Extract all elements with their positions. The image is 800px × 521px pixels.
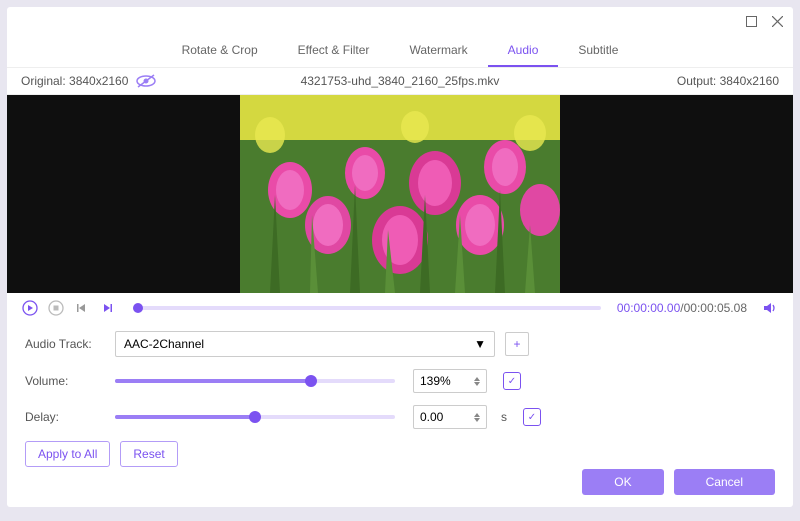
cancel-button[interactable]: Cancel [674,469,775,495]
delay-down[interactable] [474,418,480,422]
window: Rotate & Crop Effect & Filter Watermark … [7,7,793,507]
tab-rotate-crop[interactable]: Rotate & Crop [162,35,278,67]
volume-value: 139% [420,374,451,388]
titlebar [7,7,793,35]
infobar: Original: 3840x2160 4321753-uhd_3840_216… [7,68,793,95]
seek-thumb[interactable] [133,303,143,313]
delay-up[interactable] [474,413,480,417]
volume-down[interactable] [474,382,480,386]
seek-bar[interactable] [133,306,601,310]
audio-form: Audio Track: AAC-2Channel ▼ + Volume: 13… [7,323,793,475]
reset-button[interactable]: Reset [120,441,177,467]
tabs: Rotate & Crop Effect & Filter Watermark … [7,35,793,68]
close-icon[interactable] [771,15,783,27]
tab-watermark[interactable]: Watermark [389,35,487,67]
tab-audio[interactable]: Audio [488,35,559,67]
volume-icon[interactable] [761,299,779,317]
preview-toggle-icon[interactable] [136,74,156,88]
tab-subtitle[interactable]: Subtitle [558,35,638,67]
ok-button[interactable]: OK [582,469,663,495]
volume-label: Volume: [25,374,105,388]
stop-button[interactable] [47,299,65,317]
delay-value: 0.00 [420,410,443,424]
audio-track-value: AAC-2Channel [124,337,204,351]
original-resolution: Original: 3840x2160 [21,74,128,88]
tab-effect-filter[interactable]: Effect & Filter [278,35,390,67]
output-resolution: Output: 3840x2160 [677,74,779,88]
volume-slider[interactable] [115,379,395,383]
prev-frame-button[interactable] [73,299,91,317]
delay-slider[interactable] [115,415,395,419]
delay-reset-icon[interactable]: ✓ [523,408,541,426]
volume-input[interactable]: 139% [413,369,487,393]
delay-label: Delay: [25,410,105,424]
delay-unit: s [501,410,507,424]
audio-track-select[interactable]: AAC-2Channel ▼ [115,331,495,357]
time-display: 00:00:00.00/00:00:05.08 [617,301,747,315]
apply-to-all-button[interactable]: Apply to All [25,441,110,467]
preview-frame [240,95,560,293]
video-preview [7,95,793,293]
delay-input[interactable]: 0.00 [413,405,487,429]
chevron-down-icon: ▼ [474,337,486,351]
filename: 4321753-uhd_3840_2160_25fps.mkv [301,74,500,88]
maximize-icon[interactable] [745,15,757,27]
audio-track-label: Audio Track: [25,337,105,351]
playback-controls: 00:00:00.00/00:00:05.08 [7,293,793,323]
volume-reset-icon[interactable]: ✓ [503,372,521,390]
add-track-button[interactable]: + [505,332,529,356]
volume-up[interactable] [474,377,480,381]
next-frame-button[interactable] [99,299,117,317]
play-button[interactable] [21,299,39,317]
footer: OK Cancel [582,469,775,495]
